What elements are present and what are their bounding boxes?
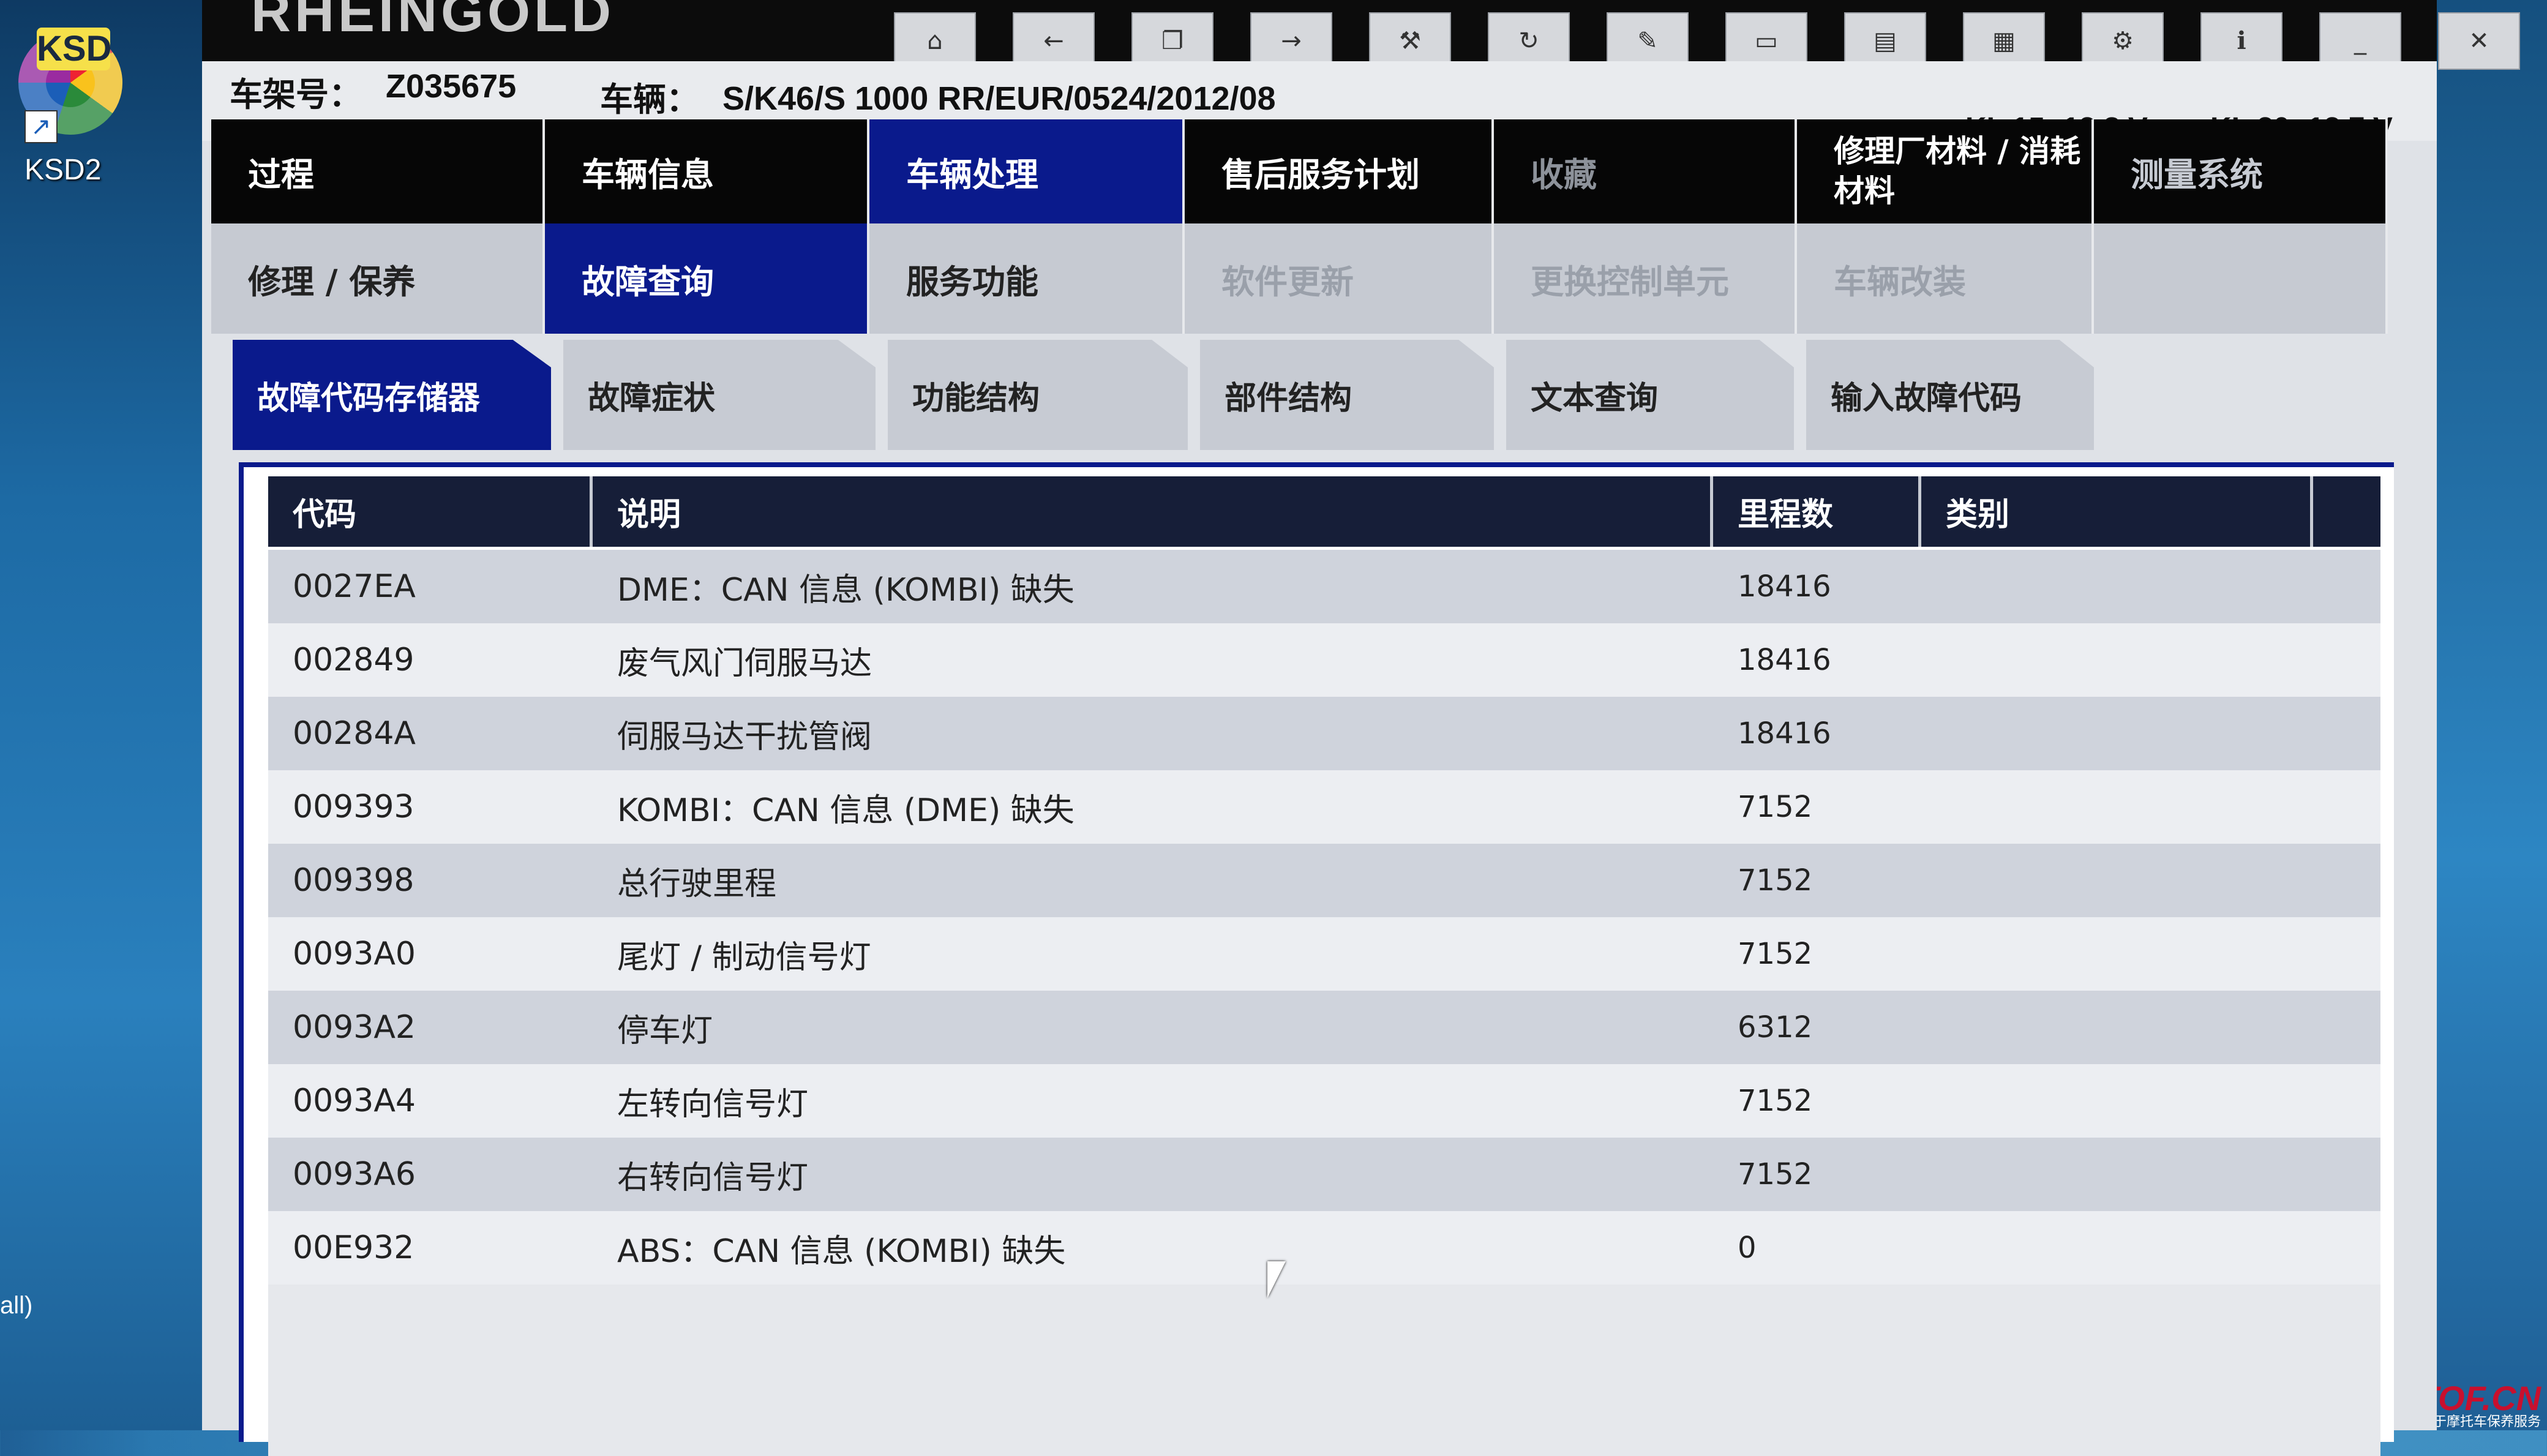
nav-vehicle-info[interactable]: 车辆信息 [545, 119, 869, 223]
fault-description: ABS：CAN 信息 (KOMBI) 缺失 [617, 1233, 1066, 1270]
table-row[interactable]: 0027EA DME：CAN 信息 (KOMBI) 缺失 18416 [268, 550, 2380, 623]
nav-favorites[interactable]: 收藏 [1494, 119, 1797, 223]
column-header-code[interactable]: 代码 [268, 476, 593, 547]
ksd2-shortcut-label[interactable]: KSD2 [24, 153, 101, 187]
vin-label: 车架号： [230, 77, 362, 113]
fault-code: 002849 [293, 642, 414, 678]
vehicle-label: 车辆： [600, 81, 699, 118]
fault-mileage: 7152 [1738, 790, 1813, 824]
fault-code: 0093A4 [293, 1083, 416, 1119]
fault-code-table: 代码 说明 里程数 类别 0027EA DME：CAN 信息 (KOMBI) 缺… [239, 462, 2394, 1456]
mouse-cursor-icon [1267, 1261, 1286, 1298]
vin-value: Z035675 [386, 68, 517, 105]
ksd-badge: KSD [37, 28, 111, 70]
nav-service-plan[interactable]: 售后服务计划 [1185, 119, 1494, 223]
fault-mileage: 7152 [1738, 937, 1813, 971]
tab-enter-fault-code[interactable]: 输入故障代码 [1806, 340, 2094, 450]
tab-fault-symptoms[interactable]: 故障症状 [563, 340, 876, 450]
table-row[interactable]: 0093A6 右转向信号灯 7152 [268, 1138, 2380, 1211]
table-row[interactable]: 0093A2 停车灯 6312 [268, 991, 2380, 1064]
fault-description: 右转向信号灯 [617, 1159, 809, 1196]
table-row[interactable]: 002849 废气风门伺服马达 18416 [268, 623, 2380, 697]
fault-description: 停车灯 [617, 1012, 713, 1049]
subnav-replace-ecu[interactable]: 更换控制单元 [1494, 223, 1797, 334]
title-bar: RHEINGOLD ⌂ ← ❐ → ⚒ ↻ ✎ ▭ ▤ ▦ ⚙ ℹ _ ✕ [202, 0, 2520, 70]
shortcut-arrow-icon: ↗ [24, 110, 58, 143]
subnav-empty [2094, 223, 2388, 334]
fault-description: DME：CAN 信息 (KOMBI) 缺失 [617, 571, 1075, 609]
rheingold-window: RHEINGOLD ⌂ ← ❐ → ⚒ ↻ ✎ ▭ ▤ ▦ ⚙ ℹ _ ✕ 车架… [202, 0, 2520, 1456]
fault-description: KOMBI：CAN 信息 (DME) 缺失 [617, 792, 1075, 829]
fault-code: 009398 [293, 862, 414, 899]
fault-code: 00E932 [293, 1229, 414, 1266]
fault-mileage: 0 [1738, 1231, 1757, 1265]
fault-description: 左转向信号灯 [617, 1086, 809, 1123]
table-header: 代码 说明 里程数 类别 [268, 476, 2380, 547]
fault-description: 尾灯 / 制动信号灯 [617, 939, 871, 976]
tab-component-structure[interactable]: 部件结构 [1200, 340, 1494, 450]
column-header-extra [2313, 476, 2380, 547]
tab-text-search[interactable]: 文本查询 [1506, 340, 1794, 450]
vehicle-value: S/K46/S 1000 RR/EUR/0524/2012/08 [722, 80, 1276, 117]
fault-mileage: 7152 [1738, 1084, 1813, 1118]
subnav-repair-maintenance[interactable]: 修理 / 保养 [211, 223, 545, 334]
table-row[interactable]: 0093A4 左转向信号灯 7152 [268, 1064, 2380, 1138]
desktop-background-left [0, 0, 208, 1430]
close-icon[interactable]: ✕ [2438, 12, 2520, 70]
fault-description: 废气风门伺服马达 [617, 645, 872, 682]
fault-mileage: 18416 [1738, 569, 1831, 604]
desktop-side-text: all) [0, 1292, 33, 1319]
nav-process[interactable]: 过程 [211, 119, 545, 223]
fault-code: 0093A2 [293, 1009, 416, 1046]
fault-code: 0093A6 [293, 1156, 416, 1193]
tab-fault-memory[interactable]: 故障代码存储器 [233, 340, 551, 450]
subnav-service-functions[interactable]: 服务功能 [869, 223, 1185, 334]
sub-navigation: 修理 / 保养 故障查询 服务功能 软件更新 更换控制单元 车辆改装 [211, 223, 2388, 334]
fault-mileage: 6312 [1738, 1010, 1813, 1045]
fault-mileage: 7152 [1738, 1157, 1813, 1191]
table-row[interactable]: 009398 总行驶里程 7152 [268, 844, 2380, 917]
fault-mileage: 18416 [1738, 643, 1831, 677]
fault-description: 总行驶里程 [617, 865, 777, 902]
nav-workshop-materials[interactable]: 修理厂材料 / 消耗材料 [1797, 119, 2094, 223]
app-brand: RHEINGOLD [251, 0, 615, 43]
table-row[interactable]: 00E932 ABS：CAN 信息 (KOMBI) 缺失 0 [268, 1211, 2380, 1285]
tab-function-structure[interactable]: 功能结构 [888, 340, 1188, 450]
column-header-category[interactable]: 类别 [1921, 476, 2313, 547]
subnav-software-update[interactable]: 软件更新 [1185, 223, 1494, 334]
fault-description: 伺服马达干扰管阀 [617, 718, 872, 756]
nav-vehicle-treatment[interactable]: 车辆处理 [869, 119, 1185, 223]
subnav-fault-query[interactable]: 故障查询 [545, 223, 869, 334]
table-row[interactable]: 00284A 伺服马达干扰管阀 18416 [268, 697, 2380, 770]
column-header-description[interactable]: 说明 [593, 476, 1713, 547]
ksd2-desktop-shortcut[interactable]: KSD ↗ [12, 24, 122, 143]
fault-code: 0093A0 [293, 936, 416, 972]
table-empty-area [268, 1285, 2380, 1456]
fault-code: 0027EA [293, 568, 416, 605]
table-body: 0027EA DME：CAN 信息 (KOMBI) 缺失 18416 00284… [268, 550, 2380, 1285]
column-header-mileage[interactable]: 里程数 [1713, 476, 1921, 547]
subnav-vehicle-modification[interactable]: 车辆改装 [1797, 223, 2094, 334]
table-row[interactable]: 0093A0 尾灯 / 制动信号灯 7152 [268, 917, 2380, 991]
fault-code: 009393 [293, 789, 414, 825]
fault-tabs: 故障代码存储器 故障症状 功能结构 部件结构 文本查询 输入故障代码 [233, 340, 2094, 450]
fault-code: 00284A [293, 715, 416, 752]
nav-measuring-system[interactable]: 测量系统 [2094, 119, 2388, 223]
table-row[interactable]: 009393 KOMBI：CAN 信息 (DME) 缺失 7152 [268, 770, 2380, 844]
desktop-background-right [2425, 0, 2547, 1430]
main-navigation: 过程 车辆信息 车辆处理 售后服务计划 收藏 修理厂材料 / 消耗材料 测量系统 [211, 119, 2388, 223]
fault-mileage: 7152 [1738, 863, 1813, 898]
fault-mileage: 18416 [1738, 716, 1831, 751]
